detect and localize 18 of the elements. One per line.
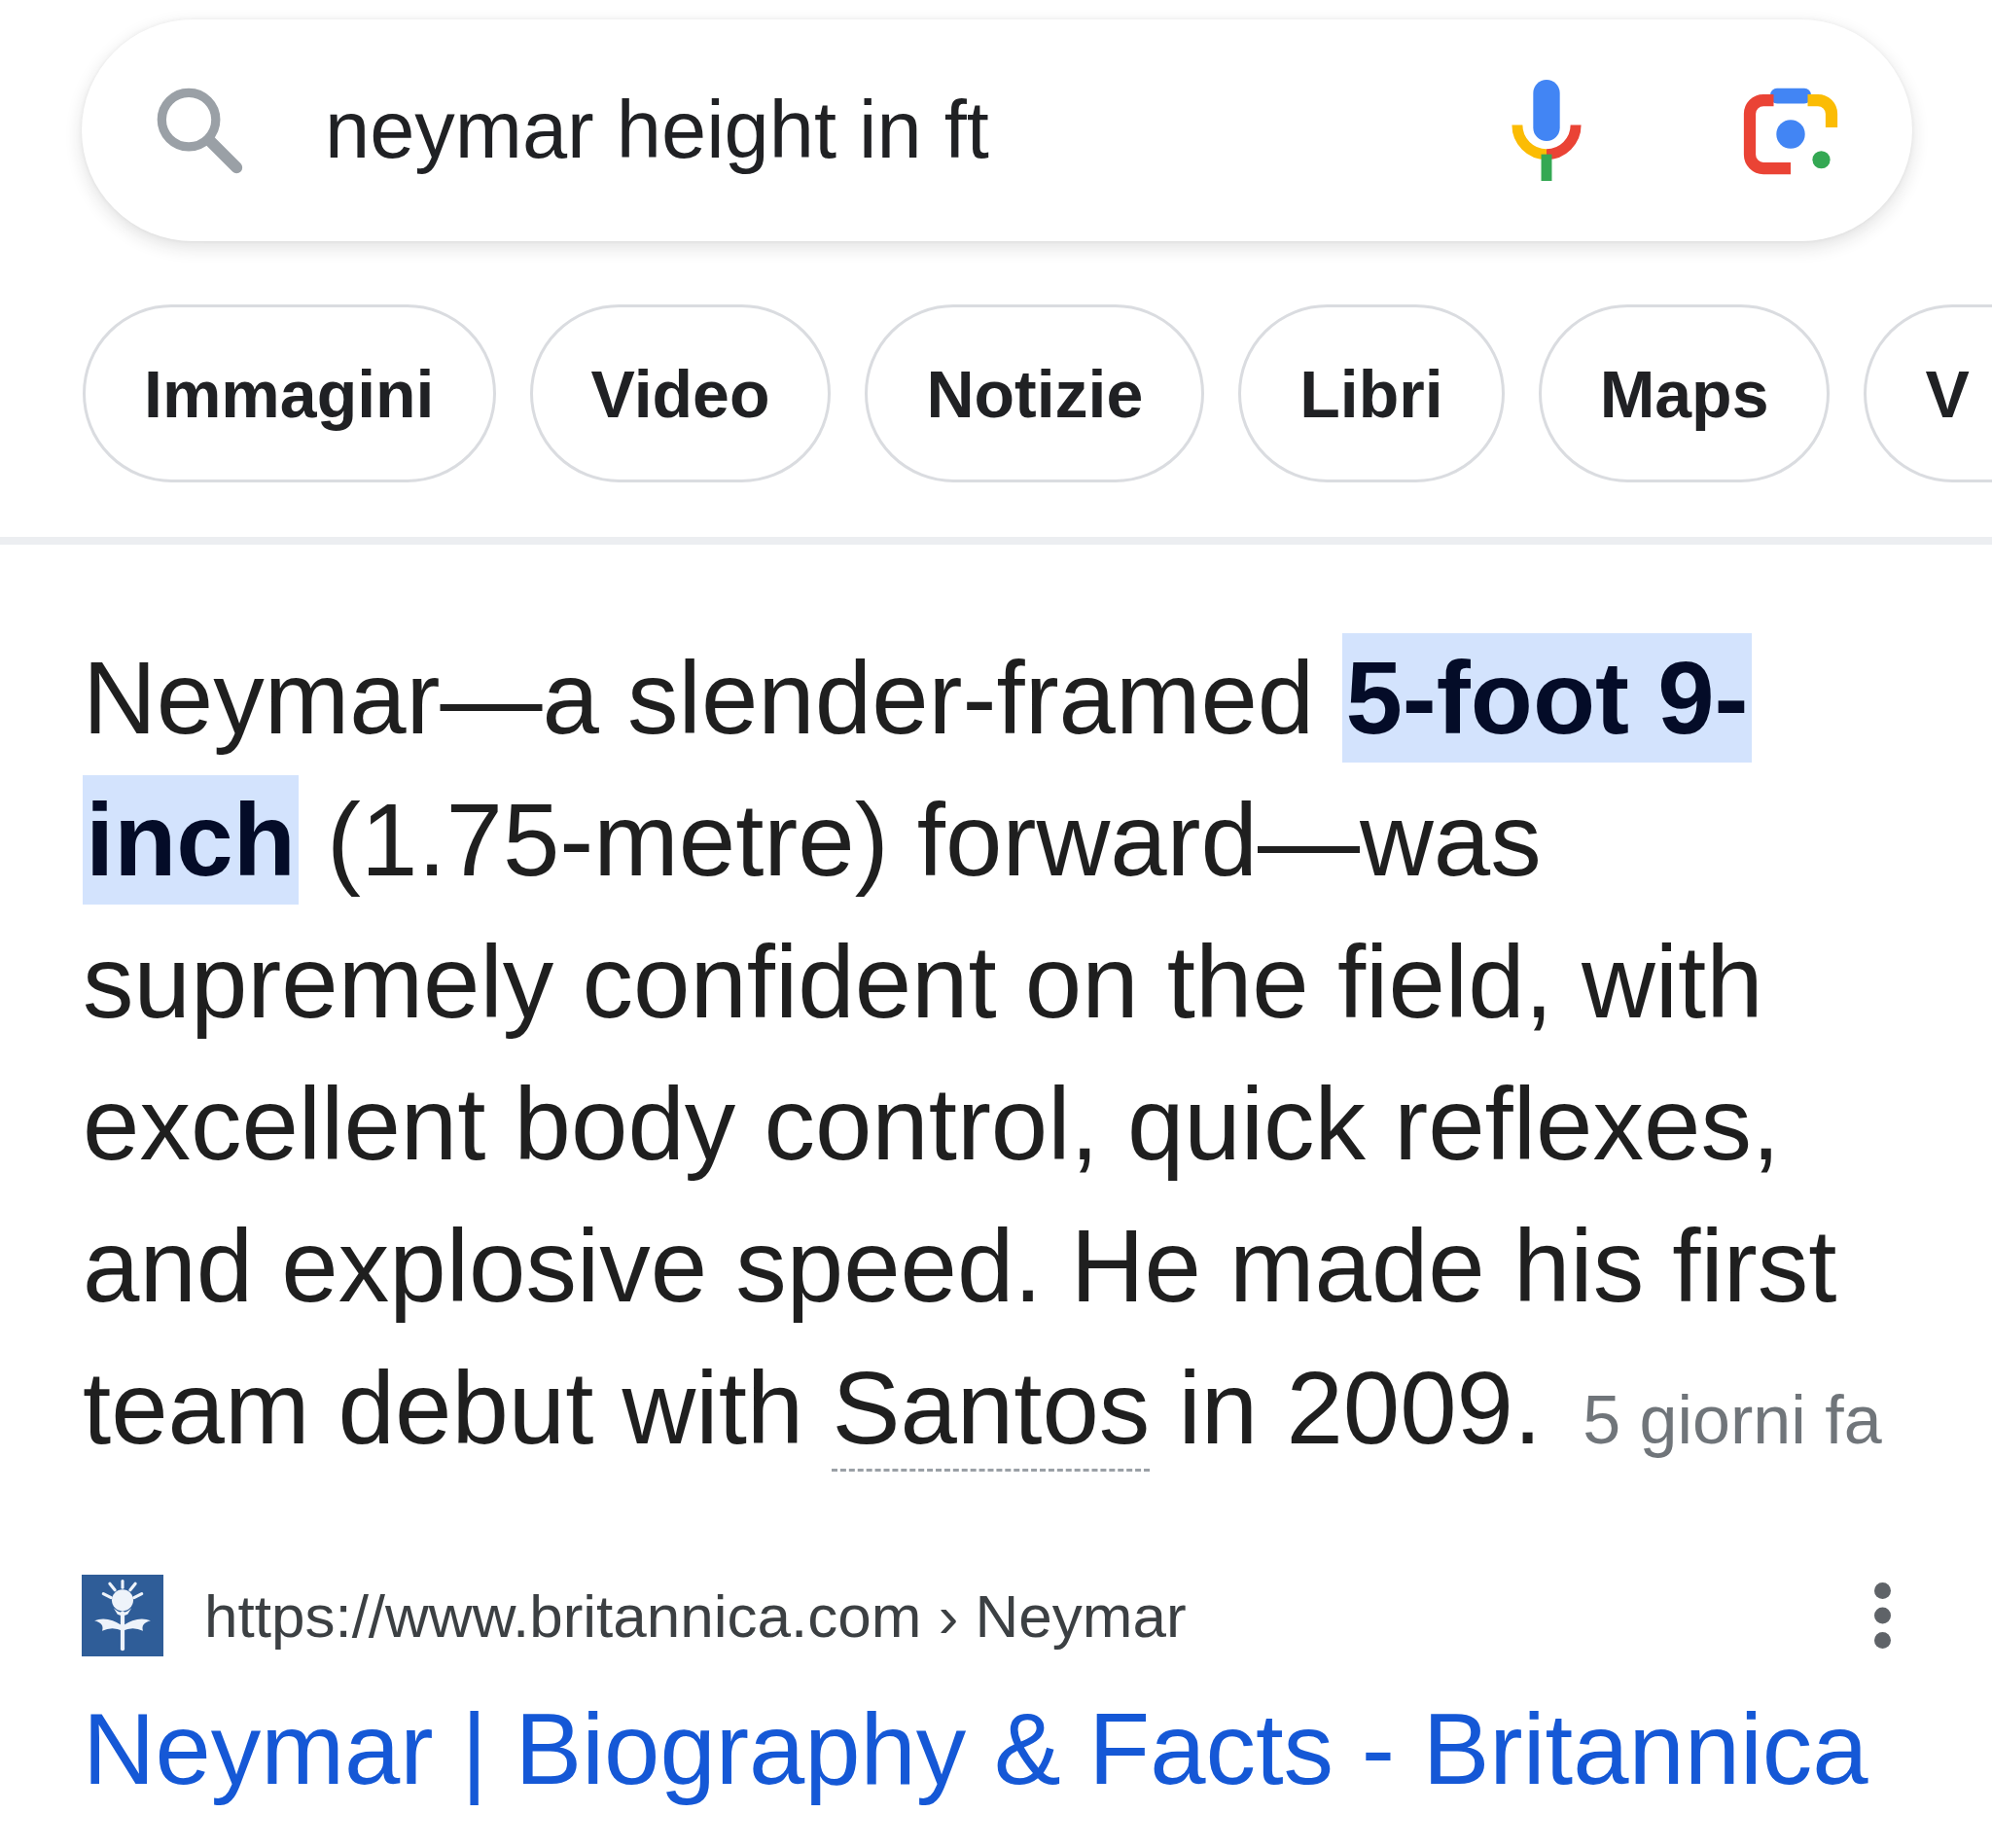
- search-input[interactable]: neymar height in ft: [325, 84, 1473, 177]
- filter-chip[interactable]: V: [1864, 304, 1992, 482]
- result-title-link[interactable]: Neymar | Biography & Facts - Britannica: [83, 1691, 1992, 1808]
- search-bar[interactable]: neymar height in ft: [82, 19, 1912, 241]
- snippet-text: Neymar—a slender-framed 5-foot 9-inch (1.75-metre) forward—was supremely confident on the field, with excellent body control, quick reflexes, and explosive speed. He made his first team debut with Santos in 2009. 5 giorni fa: [83, 627, 1911, 1491]
- date-label: 5 giorni fa: [1583, 1382, 1882, 1458]
- search-icon: [156, 87, 243, 174]
- filter-chip[interactable]: Notizie: [865, 304, 1205, 482]
- filter-chip[interactable]: Video: [529, 304, 832, 482]
- camera-lens-icon[interactable]: [1743, 86, 1838, 175]
- entity-link[interactable]: Santos: [832, 1351, 1151, 1472]
- microphone-icon[interactable]: [1512, 80, 1582, 181]
- filter-chip[interactable]: Maps: [1538, 304, 1831, 482]
- thistle-logo-icon: [82, 1575, 163, 1656]
- filter-chip[interactable]: Immagini: [83, 304, 496, 482]
- source-url: https://www.britannica.com › Neymar: [204, 1581, 1187, 1651]
- filter-chip[interactable]: Libri: [1238, 304, 1505, 482]
- more-options-icon[interactable]: [1874, 1582, 1891, 1649]
